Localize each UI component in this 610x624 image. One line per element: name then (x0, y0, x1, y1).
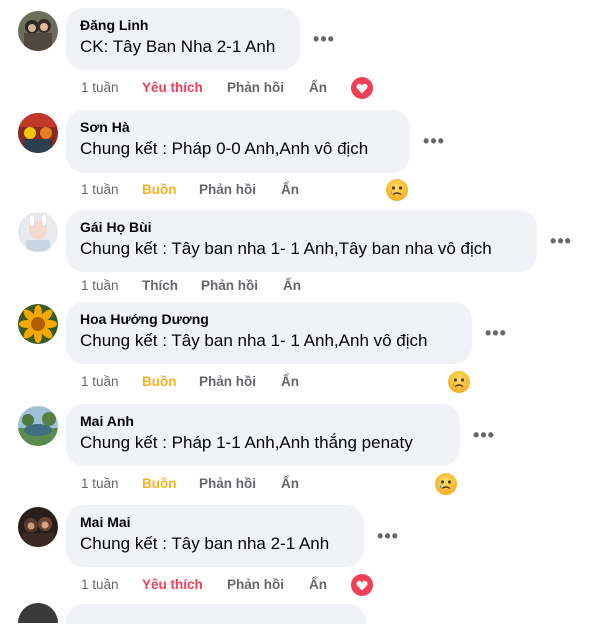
sad-face-icon[interactable] (386, 179, 408, 201)
comment-text: Chung kết : Tây ban nha 1- 1 Anh,Anh vô … (80, 331, 428, 350)
like-button[interactable]: Yêu thích (142, 78, 203, 98)
comment-bubble: Mai Anh Chung kết : Pháp 1-1 Anh,Anh thắ… (66, 404, 460, 466)
hide-button[interactable]: Ẩn (309, 78, 327, 98)
commenter-name[interactable]: Hoa Hướng Dương (80, 310, 458, 328)
sad-face-icon[interactable] (435, 473, 457, 495)
avatar[interactable] (18, 603, 58, 623)
reply-button[interactable]: Phản hồi (227, 78, 284, 98)
hide-button[interactable]: Ẩn (281, 372, 299, 392)
comment-timestamp[interactable]: 1 tuần (81, 276, 119, 296)
comment-text: CK: Tây Ban Nha 2-1 Anh (80, 37, 276, 56)
commenter-name[interactable]: Gái Họ Bùi (80, 218, 523, 236)
commenter-name[interactable]: Mai Anh (80, 412, 446, 430)
avatar[interactable] (18, 11, 58, 51)
more-options-icon[interactable]: ••• (471, 422, 497, 448)
more-options-icon[interactable]: ••• (483, 320, 509, 346)
comment-bubble: Đăng Linh CK: Tây Ban Nha 2-1 Anh (66, 8, 300, 70)
heart-icon[interactable] (351, 574, 373, 596)
comment-bubble: Mai Mai Chung kết : Tây ban nha 2-1 Anh (66, 505, 364, 567)
avatar[interactable] (18, 113, 58, 153)
avatar[interactable] (18, 406, 58, 446)
hide-button[interactable]: Ẩn (309, 575, 327, 595)
like-button[interactable]: Thích (142, 276, 178, 296)
reply-button[interactable]: Phản hồi (227, 575, 284, 595)
more-options-icon[interactable]: ••• (311, 26, 337, 52)
like-button[interactable]: Yêu thích (142, 575, 203, 595)
comment-bubble (66, 604, 366, 624)
like-button[interactable]: Buồn (142, 474, 177, 494)
comment-text: Chung kết : Tây ban nha 2-1 Anh (80, 534, 330, 553)
comment-timestamp[interactable]: 1 tuần (81, 372, 119, 392)
avatar[interactable] (18, 212, 58, 252)
comment-timestamp[interactable]: 1 tuần (81, 180, 119, 200)
heart-icon[interactable] (351, 77, 373, 99)
comment-bubble: Sơn Hà Chung kết : Pháp 0-0 Anh,Anh vô đ… (66, 110, 410, 173)
hide-button[interactable]: Ẩn (281, 474, 299, 494)
comment-timestamp[interactable]: 1 tuần (81, 474, 119, 494)
comment-text: Chung kết : Pháp 1-1 Anh,Anh thắng penat… (80, 433, 413, 452)
hide-button[interactable]: Ẩn (281, 180, 299, 200)
hide-button[interactable]: Ẩn (283, 276, 301, 296)
more-options-icon[interactable]: ••• (375, 523, 401, 549)
comment-timestamp[interactable]: 1 tuần (81, 78, 119, 98)
more-options-icon[interactable]: ••• (548, 228, 574, 254)
comment-timestamp[interactable]: 1 tuần (81, 575, 119, 595)
commenter-name[interactable]: Đăng Linh (80, 16, 286, 34)
comment-text: Chung kết : Tây ban nha 1- 1 Anh,Tây ban… (80, 239, 492, 258)
commenter-name[interactable]: Mai Mai (80, 513, 350, 531)
commenter-name[interactable]: Sơn Hà (80, 118, 396, 136)
comment-bubble: Hoa Hướng Dương Chung kết : Tây ban nha … (66, 302, 472, 364)
more-options-icon[interactable]: ••• (421, 128, 447, 154)
reply-button[interactable]: Phản hồi (199, 474, 256, 494)
comment-bubble: Gái Họ Bùi Chung kết : Tây ban nha 1- 1 … (66, 210, 537, 272)
sad-face-icon[interactable] (448, 371, 470, 393)
reply-button[interactable]: Phản hồi (199, 372, 256, 392)
avatar[interactable] (18, 304, 58, 344)
like-button[interactable]: Buồn (142, 372, 177, 392)
reply-button[interactable]: Phản hồi (201, 276, 258, 296)
reply-button[interactable]: Phản hồi (199, 180, 256, 200)
like-button[interactable]: Buồn (142, 180, 177, 200)
comment-text: Chung kết : Pháp 0-0 Anh,Anh vô địch (80, 139, 369, 158)
avatar[interactable] (18, 507, 58, 547)
